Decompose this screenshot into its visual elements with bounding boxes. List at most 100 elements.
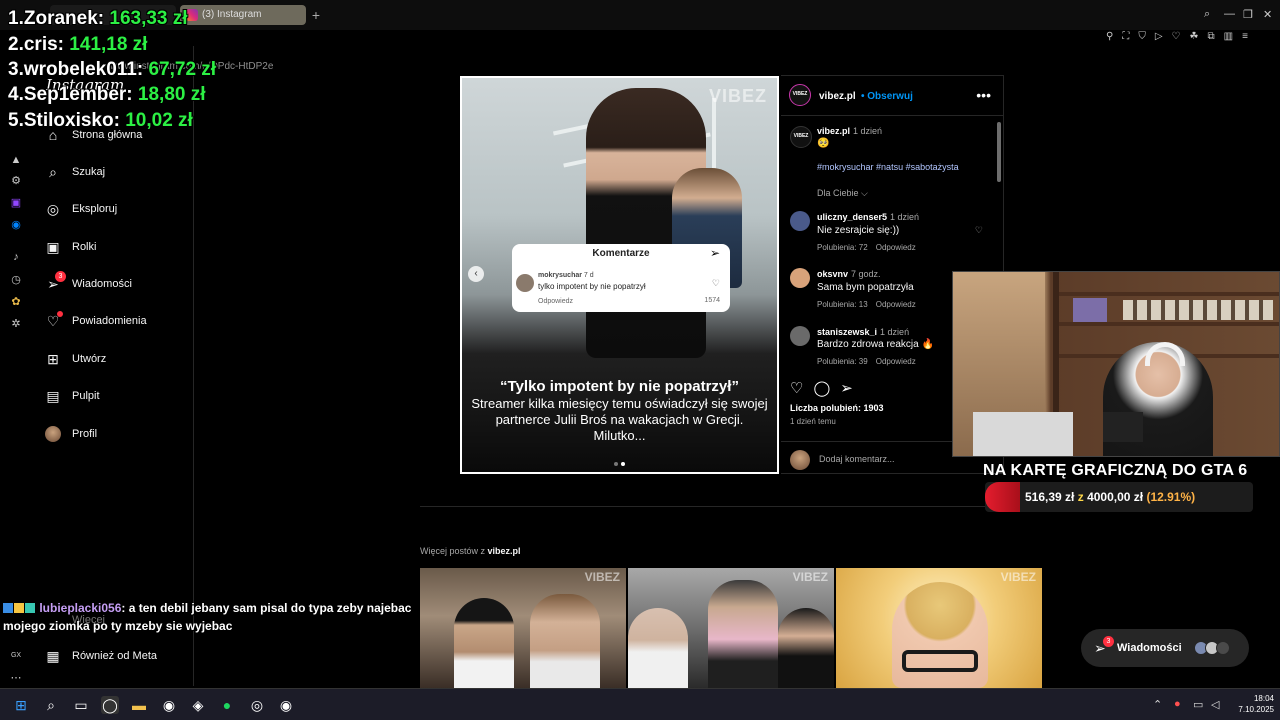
likes-count[interactable]: Liczba polubień: 1903 (790, 403, 884, 413)
steam-icon[interactable]: ◉ (277, 696, 295, 714)
heart-icon: ♡ (44, 311, 63, 330)
heart-outline-icon[interactable]: ♡ (1172, 31, 1181, 43)
comment-text: Sama bym popatrzyła (817, 282, 914, 293)
comment-like-count: 1574 (704, 297, 720, 304)
spotify-icon[interactable]: ● (218, 696, 236, 714)
carousel-prev-button[interactable]: ‹ (468, 266, 484, 282)
pin-icon[interactable]: ⚲ (1106, 31, 1113, 43)
davinci-icon[interactable]: ◈ (189, 696, 207, 714)
messenger-icon[interactable]: ◉ (10, 219, 22, 231)
new-tab-button[interactable]: + (309, 6, 323, 24)
nav-also-from-meta[interactable]: ▦ Również od Meta (44, 645, 157, 667)
nav-create[interactable]: ⊞ Utwórz (44, 348, 106, 370)
webcam-feed (952, 271, 1280, 457)
hashtag-link[interactable]: #mokrysuchar (817, 162, 874, 172)
avatar[interactable] (790, 211, 810, 231)
nav-dashboard[interactable]: ▤ Pulpit (44, 385, 100, 407)
address-bar[interactable]: www.instagram.com/p/DPdc-HtDP2e (0, 30, 1280, 72)
avatar[interactable] (790, 268, 810, 288)
carousel-dots (614, 462, 625, 466)
for-you-filter[interactable]: Dla Ciebie ⌵ (817, 188, 868, 199)
settings-icon[interactable]: ✲ (10, 318, 22, 330)
compass-icon: ◎ (46, 200, 60, 217)
nav-search[interactable]: ⌕ Szukaj (44, 161, 105, 183)
search-icon[interactable]: ⌕ (42, 696, 60, 714)
crop-icon[interactable]: ⛶ (1122, 31, 1129, 43)
heart-outline-icon[interactable]: ♡ (975, 225, 983, 236)
comment-icon[interactable]: ◯ (813, 379, 830, 397)
avatar (790, 450, 810, 470)
message-avatars (1194, 641, 1230, 655)
like-heart-icon[interactable]: ♡ (790, 379, 803, 397)
comment-user: staniszewsk_i 1 dzień (817, 327, 910, 337)
nav-label: Również od Meta (72, 650, 157, 662)
add-comment-input[interactable]: Dodaj komentarz... (819, 454, 895, 464)
donor-entry: 2.cris: 141,18 zł (8, 34, 148, 55)
shield-icon[interactable]: ⛉ (1138, 31, 1146, 43)
sidebar-toggle-icon[interactable]: ▥ (1224, 31, 1233, 43)
clock-icon[interactable]: ◷ (10, 274, 22, 286)
avatar (516, 274, 534, 292)
more-post-thumbnail[interactable]: VIBEZ (420, 568, 626, 688)
more-icon[interactable]: ⋯ (10, 672, 22, 684)
music-icon[interactable]: ♪ (10, 251, 22, 263)
hashtag-link[interactable]: #sabotażysta (906, 162, 959, 172)
post-image[interactable]: VIBEZ Komentarze ➢ mokrysuchar 7 d tylko… (460, 76, 779, 474)
twitch-icon[interactable]: ▣ (10, 197, 22, 209)
share-icon[interactable]: ➢ (840, 379, 853, 397)
donor-entry: 3.wrobelek011: 67,72 zł (8, 59, 217, 80)
more-post-thumbnail[interactable]: VIBEZ (628, 568, 834, 688)
more-post-thumbnail[interactable]: VIBEZ (836, 568, 1042, 688)
chatgpt-icon[interactable]: ⚙ (10, 175, 22, 187)
aria-icon[interactable]: ▲ (10, 154, 22, 166)
account-name[interactable]: vibez.pl (819, 91, 856, 102)
carousel-dot-active (621, 462, 625, 466)
browser-tab-instagram[interactable]: (3) Instagram (180, 5, 306, 25)
avatar[interactable]: VIBEZ (789, 84, 811, 106)
comment-text: Bardzo zdrowa reakcja 🔥 (817, 339, 934, 350)
nav-reels[interactable]: ▣ Rolki (44, 236, 96, 258)
messages-badge: 3 (55, 271, 66, 282)
follow-button[interactable]: • Obserwuj (861, 91, 913, 102)
avatar[interactable]: VIBEZ (790, 126, 812, 148)
steam-icon[interactable]: ◉ (160, 696, 178, 714)
task-view-icon[interactable]: ▭ (72, 696, 90, 714)
minimize-icon[interactable]: — (1224, 8, 1235, 20)
comment-user: oksvnv 7 godz. (817, 269, 881, 279)
nav-profile[interactable]: Profil (44, 423, 97, 445)
network-icon[interactable]: ▭ (1193, 698, 1203, 711)
nav-label: Eksploruj (72, 203, 118, 215)
vibez-watermark: VIBEZ (1000, 570, 1036, 584)
microphone-icon[interactable]: ● (1174, 698, 1181, 710)
cat-extension-icon[interactable]: ☘ (1190, 31, 1199, 43)
more-options-icon[interactable]: ••• (976, 87, 991, 103)
post-actions: ♡ ◯ ➢ (790, 379, 853, 397)
donation-goal-bar: 516,39 zł z 4000,00 zł (12.91%) (985, 482, 1253, 512)
nav-label: Pulpit (72, 390, 100, 402)
opera-gx-icon[interactable]: ◯ (101, 696, 119, 714)
windows-start-icon[interactable]: ⊞ (12, 696, 30, 714)
volume-icon[interactable]: ◁ (1211, 698, 1219, 711)
nav-notifications[interactable]: ♡ Powiadomienia (44, 310, 147, 332)
close-icon[interactable]: ✕ (1263, 8, 1272, 21)
vibez-watermark: VIBEZ (792, 570, 828, 584)
tray-chevron-icon[interactable]: ⌃ (1153, 698, 1162, 711)
play-icon[interactable]: ▷ (1155, 31, 1163, 43)
file-explorer-icon[interactable]: ▬ (130, 696, 148, 714)
restore-icon[interactable]: ❐ (1243, 8, 1253, 21)
extensions-icon[interactable]: ⧉ (1207, 31, 1214, 43)
nav-explore[interactable]: ◎ Eksploruj (44, 198, 117, 220)
search-icon[interactable]: ⌕ (1204, 8, 1210, 21)
scrollbar-thumb[interactable] (997, 122, 1001, 182)
pet-icon[interactable]: ✿ (10, 296, 22, 308)
obs-icon[interactable]: ◎ (248, 696, 266, 714)
hashtag-link[interactable]: #natsu (876, 162, 903, 172)
messages-pill[interactable]: ➢ 3 Wiadomości (1081, 629, 1249, 667)
screen: (3) Instagram + ⌕ — ❐ ✕ www.instagram.co… (0, 0, 1280, 720)
system-clock[interactable]: 18:04 7.10.2025 (1230, 693, 1274, 715)
avatar[interactable] (790, 326, 810, 346)
nav-messages[interactable]: ➢ 3 Wiadomości (44, 271, 132, 295)
menu-icon[interactable]: ≡ (1242, 31, 1248, 43)
gx-icon[interactable]: GX (10, 650, 22, 662)
person-figure (708, 580, 778, 688)
